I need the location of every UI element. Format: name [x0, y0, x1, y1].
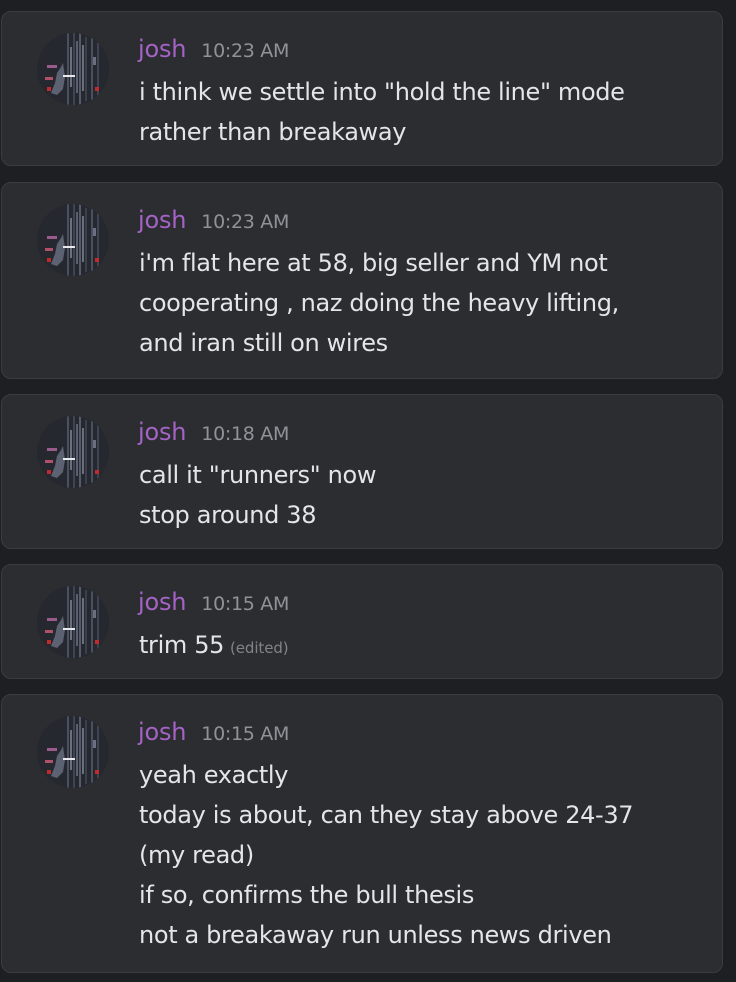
- message-card: josh 10:18 AM call it "runners" now stop…: [1, 394, 723, 549]
- avatar-chart-icon: [37, 716, 109, 788]
- avatar[interactable]: [37, 586, 109, 658]
- avatar[interactable]: [37, 716, 109, 788]
- timestamp: 10:18 AM: [201, 423, 290, 445]
- message-line: (my read): [139, 841, 254, 869]
- message-header: josh 10:23 AM: [138, 34, 289, 64]
- message-body: yeah exactly today is about, can they st…: [139, 755, 709, 955]
- avatar-chart-icon: [37, 33, 109, 105]
- message-line: if so, confirms the bull thesis: [139, 881, 474, 909]
- avatar[interactable]: [37, 204, 109, 276]
- username[interactable]: josh: [138, 717, 186, 747]
- message-line: call it "runners" now: [139, 461, 377, 489]
- message-header: josh 10:18 AM: [138, 417, 289, 447]
- avatar[interactable]: [37, 33, 109, 105]
- username[interactable]: josh: [138, 205, 186, 235]
- timestamp: 10:23 AM: [201, 40, 290, 62]
- avatar[interactable]: [37, 416, 109, 488]
- message-card: josh 10:15 AM trim 55 (edited): [1, 564, 723, 679]
- message-line: not a breakaway run unless news driven: [139, 921, 612, 949]
- message-line: cooperating , naz doing the heavy liftin…: [139, 289, 619, 317]
- message-line: and iran still on wires: [139, 329, 388, 357]
- message-header: josh 10:23 AM: [138, 205, 289, 235]
- avatar-chart-icon: [37, 586, 109, 658]
- message-line: i think we settle into "hold the line" m…: [139, 78, 625, 106]
- message-line: i'm flat here at 58, big seller and YM n…: [139, 249, 608, 277]
- message-card: josh 10:15 AM yeah exactly today is abou…: [1, 694, 723, 973]
- message-feed: josh 10:23 AM i think we settle into "ho…: [0, 0, 736, 982]
- message-line: stop around 38: [139, 501, 317, 529]
- message-card: josh 10:23 AM i think we settle into "ho…: [1, 11, 723, 166]
- message-body: i think we settle into "hold the line" m…: [139, 72, 709, 152]
- message-body: i'm flat here at 58, big seller and YM n…: [139, 243, 709, 363]
- message-line: yeah exactly: [139, 761, 289, 789]
- message-line: trim 55 (edited): [139, 625, 709, 668]
- message-body: trim 55 (edited): [139, 625, 709, 668]
- username[interactable]: josh: [138, 587, 186, 617]
- username[interactable]: josh: [138, 34, 186, 64]
- avatar-chart-icon: [37, 204, 109, 276]
- timestamp: 10:15 AM: [201, 723, 290, 745]
- edited-label: (edited): [230, 639, 289, 657]
- timestamp: 10:23 AM: [201, 211, 290, 233]
- message-header: josh 10:15 AM: [138, 717, 289, 747]
- timestamp: 10:15 AM: [201, 593, 290, 615]
- message-line: rather than breakaway: [139, 118, 407, 146]
- message-header: josh 10:15 AM: [138, 587, 289, 617]
- message-card: josh 10:23 AM i'm flat here at 58, big s…: [1, 182, 723, 379]
- message-body: call it "runners" now stop around 38: [139, 455, 709, 535]
- avatar-chart-icon: [37, 416, 109, 488]
- message-text: trim 55: [139, 631, 225, 659]
- message-line: today is about, can they stay above 24-3…: [139, 801, 634, 829]
- username[interactable]: josh: [138, 417, 186, 447]
